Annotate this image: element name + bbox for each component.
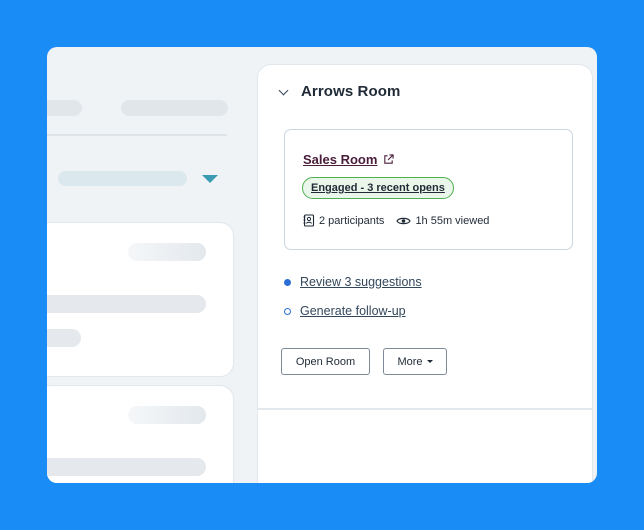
skeleton-placeholder (128, 243, 206, 261)
skeleton-filter-placeholder (58, 171, 187, 186)
panel-header[interactable]: Arrows Room (278, 83, 401, 100)
skeleton-placeholder (47, 100, 82, 116)
sales-room-card: Sales Room Engaged - 3 recent opens 2 pa… (284, 129, 573, 250)
external-link-icon (384, 154, 395, 164)
sales-room-link-label[interactable]: Sales Room (303, 152, 377, 167)
eye-icon (396, 217, 412, 224)
generate-follow-up-item[interactable]: Generate follow-up (284, 304, 406, 318)
review-suggestions-link[interactable]: Review 3 suggestions (300, 275, 422, 289)
status-badge[interactable]: Engaged - 3 recent opens (302, 177, 454, 199)
skeleton-placeholder (47, 295, 206, 313)
app-card: Arrows Room Sales Room Engaged - 3 recen… (47, 47, 597, 483)
contact-book-icon (303, 214, 315, 227)
chevron-down-icon[interactable] (278, 85, 289, 95)
generate-follow-up-link[interactable]: Generate follow-up (300, 304, 406, 318)
panel-title: Arrows Room (301, 83, 401, 100)
dropdown-triangle-icon[interactable] (202, 175, 218, 183)
hollow-dot-icon (284, 307, 291, 315)
skeleton-placeholder (47, 329, 81, 347)
open-room-button[interactable]: Open Room (281, 348, 370, 375)
divider (258, 408, 592, 410)
filled-dot-icon (284, 278, 291, 286)
divider (47, 134, 227, 136)
room-stats: 2 participants 1h 55m viewed (303, 214, 489, 227)
skeleton-placeholder (128, 406, 206, 424)
more-button[interactable]: More (383, 348, 447, 375)
viewed-duration: 1h 55m viewed (415, 214, 490, 227)
caret-down-icon (426, 360, 433, 363)
more-button-label: More (397, 355, 423, 368)
room-details-panel: Arrows Room Sales Room Engaged - 3 recen… (257, 64, 593, 483)
skeleton-placeholder (121, 100, 228, 116)
skeleton-placeholder (47, 458, 206, 476)
review-suggestions-item[interactable]: Review 3 suggestions (284, 275, 422, 289)
sales-room-link[interactable]: Sales Room (303, 152, 395, 167)
participants-count: 2 participants (319, 214, 385, 227)
